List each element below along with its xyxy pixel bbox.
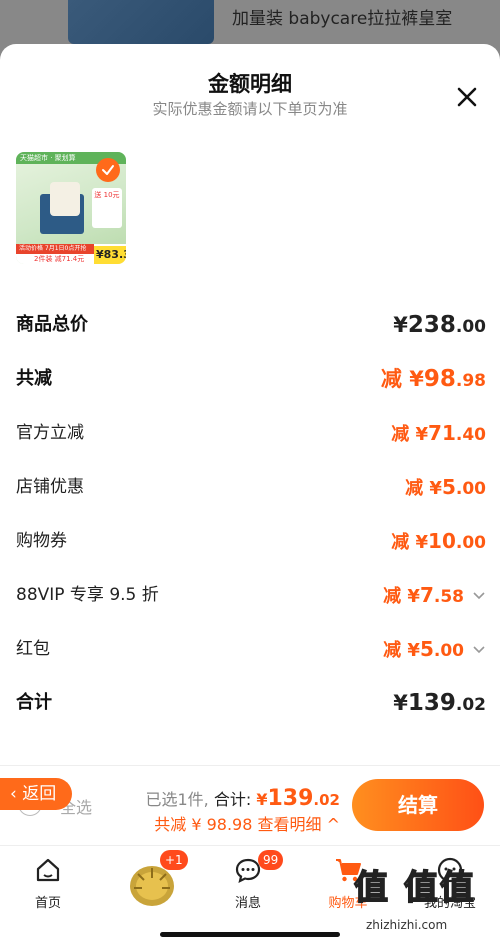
row-value: 减 ¥10.00	[391, 529, 486, 553]
background-product-title: 加量装 babycare拉拉裤皇室	[232, 9, 453, 29]
selected-summary: 已选1件, 合计: ¥139.02	[145, 786, 340, 811]
row-label: 合计	[16, 692, 52, 713]
row-label: 店铺优惠	[16, 477, 84, 497]
row-label: 88VIP 专享 9.5 折	[16, 585, 159, 605]
home-indicator	[160, 932, 340, 937]
checkout-button[interactable]: 结算	[352, 779, 484, 831]
tab-home[interactable]: 首页	[8, 852, 88, 912]
row-value: 减 ¥98.98	[380, 366, 486, 392]
watermark-mark: 值 值值	[353, 867, 476, 909]
row-value: 减 ¥5.00	[383, 637, 464, 661]
total-price: ¥139.02	[256, 786, 340, 811]
product-final-price: ¥83.3	[96, 248, 126, 261]
selected-check-icon[interactable]	[96, 158, 120, 182]
reduce-summary: 共减 ¥ 98.98 查看明细	[154, 815, 322, 834]
total-label: 合计:	[213, 790, 252, 809]
cart-action-bar: 全选 ‹ 返回 已选1件, 合计: ¥139.02 共减 ¥ 98.98 查看明…	[0, 765, 500, 845]
chevron-down-icon[interactable]	[472, 588, 486, 602]
message-badge: 99	[258, 850, 284, 870]
selected-count: 已选1件,	[145, 790, 209, 809]
row-label: 购物券	[16, 531, 67, 551]
product-thumbnail[interactable]: 天猫超市 · 聚划算 送 10元 活动价格 7月1日0点开抢 2件装 减71.4…	[16, 152, 126, 264]
product-coupon-tag: 送 10元	[92, 188, 122, 228]
sheet-subtitle: 实际优惠金额请以下单页为准	[152, 100, 348, 118]
row-value: 减 ¥7.58	[383, 583, 464, 607]
home-icon	[36, 858, 60, 882]
row-vip-discount[interactable]: 88VIP 专享 9.5 折 减 ¥7.58	[16, 580, 486, 610]
amount-detail-sheet: 金额明细 实际优惠金额请以下单页为准 天猫超市 · 聚划算 送 10元 活动价格…	[0, 44, 500, 844]
close-icon	[457, 87, 477, 107]
row-total-reduction: 共减 减 ¥98.98	[16, 364, 486, 394]
chevron-left-icon: ‹	[10, 784, 23, 804]
tab-label: 首页	[34, 896, 61, 911]
sheet-title: 金额明细	[208, 72, 292, 96]
row-label: 共减	[16, 368, 52, 389]
product-promo-line: 2件装 减71.4元	[34, 255, 85, 263]
product-diaper-image	[50, 182, 80, 216]
row-store-discount: 店铺优惠 减 ¥5.00	[16, 472, 486, 502]
chevron-down-icon[interactable]	[472, 642, 486, 656]
row-shopping-coupon: 购物券 减 ¥10.00	[16, 526, 486, 556]
tab-label: 消息	[234, 896, 261, 911]
row-value: 减 ¥71.40	[391, 421, 486, 445]
view-detail-link[interactable]: 共减 ¥ 98.98 查看明细 ^	[154, 811, 340, 835]
back-button[interactable]: ‹ 返回	[0, 778, 72, 810]
row-value: ¥238.00	[393, 312, 486, 338]
row-official-discount: 官方立减 减 ¥71.40	[16, 418, 486, 448]
close-button[interactable]	[452, 82, 482, 112]
row-goods-total: 商品总价 ¥238.00	[16, 310, 486, 340]
row-label: 官方立减	[16, 423, 84, 443]
background-product-image	[68, 0, 214, 44]
row-red-packet[interactable]: 红包 减 ¥5.00	[16, 634, 486, 664]
row-value: 减 ¥5.00	[405, 475, 486, 499]
watermark-site: zhizhizhi.com	[366, 918, 448, 932]
row-grand-total: 合计 ¥139.02	[16, 688, 486, 718]
back-label: 返回	[22, 784, 57, 804]
product-promo-strip: 活动价格 7月1日0点开抢	[16, 244, 94, 254]
tab-messages[interactable]: 99 消息	[208, 850, 288, 912]
row-label: 红包	[16, 639, 50, 659]
row-value: ¥139.02	[393, 690, 486, 716]
row-label: 商品总价	[16, 314, 88, 335]
tab-durian[interactable]: +1	[108, 850, 198, 912]
chevron-up-icon: ^	[326, 815, 340, 834]
durian-badge: +1	[160, 850, 188, 870]
